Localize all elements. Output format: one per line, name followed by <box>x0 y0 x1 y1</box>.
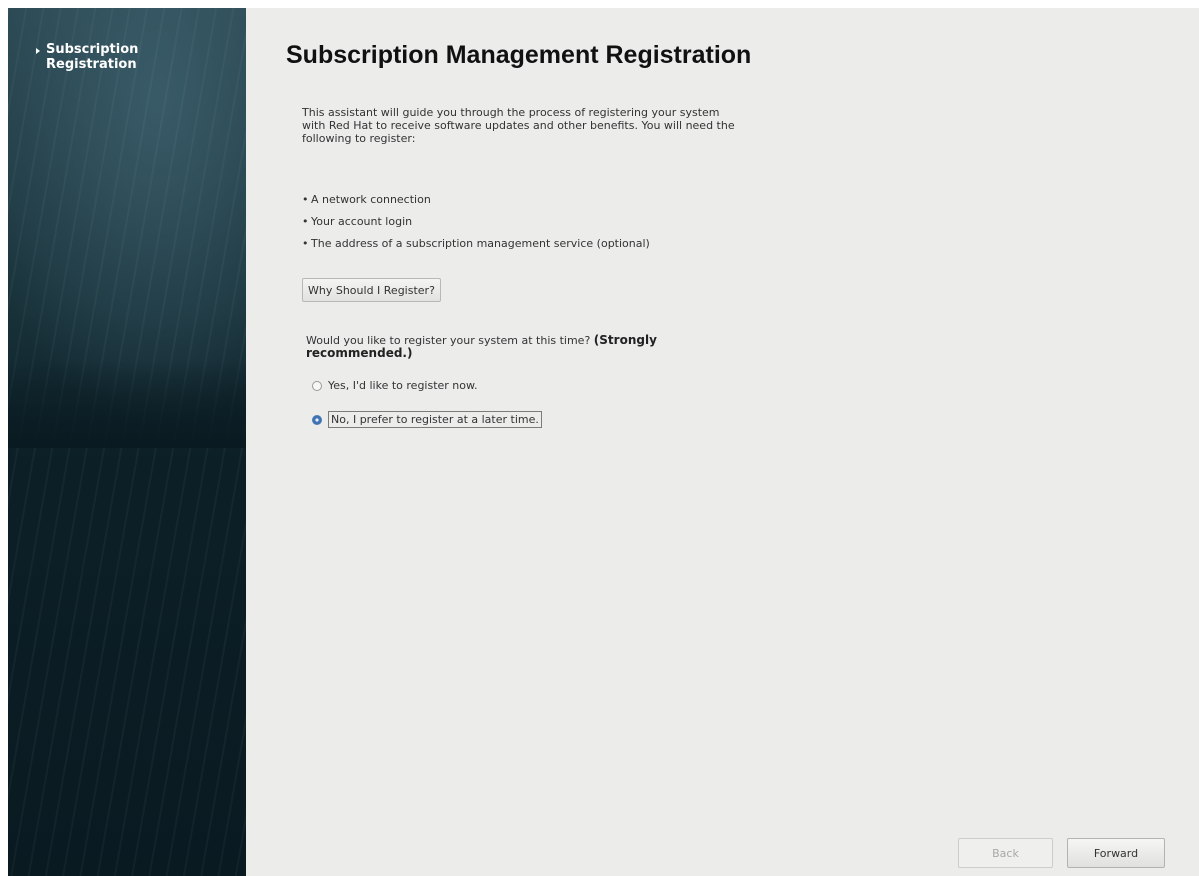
wizard-window: Subscription Registration Subscription M… <box>8 8 1199 876</box>
requirement-text: The address of a subscription management… <box>311 237 650 250</box>
sidebar-step-subscription-registration: Subscription Registration <box>36 42 186 72</box>
content-area: Subscription Management Registration Thi… <box>246 8 1199 876</box>
register-later-option[interactable]: No, I prefer to register at a later time… <box>312 411 542 428</box>
list-item: • The address of a subscription managemen… <box>302 237 650 259</box>
forward-button[interactable]: Forward <box>1067 838 1165 868</box>
sidebar: Subscription Registration <box>8 8 246 876</box>
register-now-label[interactable]: Yes, I'd like to register now. <box>328 379 478 392</box>
page-title: Subscription Management Registration <box>286 41 752 69</box>
requirement-text: A network connection <box>311 193 431 206</box>
intro-text: This assistant will guide you through th… <box>302 106 735 145</box>
register-question: Would you like to register your system a… <box>306 334 666 360</box>
register-now-option[interactable]: Yes, I'd like to register now. <box>312 379 478 392</box>
sidebar-step-label: Subscription Registration <box>46 42 139 72</box>
bullet-icon: • <box>302 237 309 250</box>
radio-unchecked-icon[interactable] <box>312 380 322 391</box>
current-step-arrow-icon <box>36 48 40 54</box>
requirement-text: Your account login <box>311 215 413 228</box>
list-item: • Your account login <box>302 215 650 237</box>
requirements-list: • A network connection • Your account logi… <box>302 193 650 259</box>
bullet-icon: • <box>302 215 309 228</box>
back-button[interactable]: Back <box>958 838 1053 868</box>
why-register-button[interactable]: Why Should I Register? <box>302 278 441 302</box>
register-later-label[interactable]: No, I prefer to register at a later time… <box>328 411 542 428</box>
list-item: • A network connection <box>302 193 650 215</box>
radio-checked-icon[interactable] <box>312 414 322 425</box>
bullet-icon: • <box>302 193 309 206</box>
